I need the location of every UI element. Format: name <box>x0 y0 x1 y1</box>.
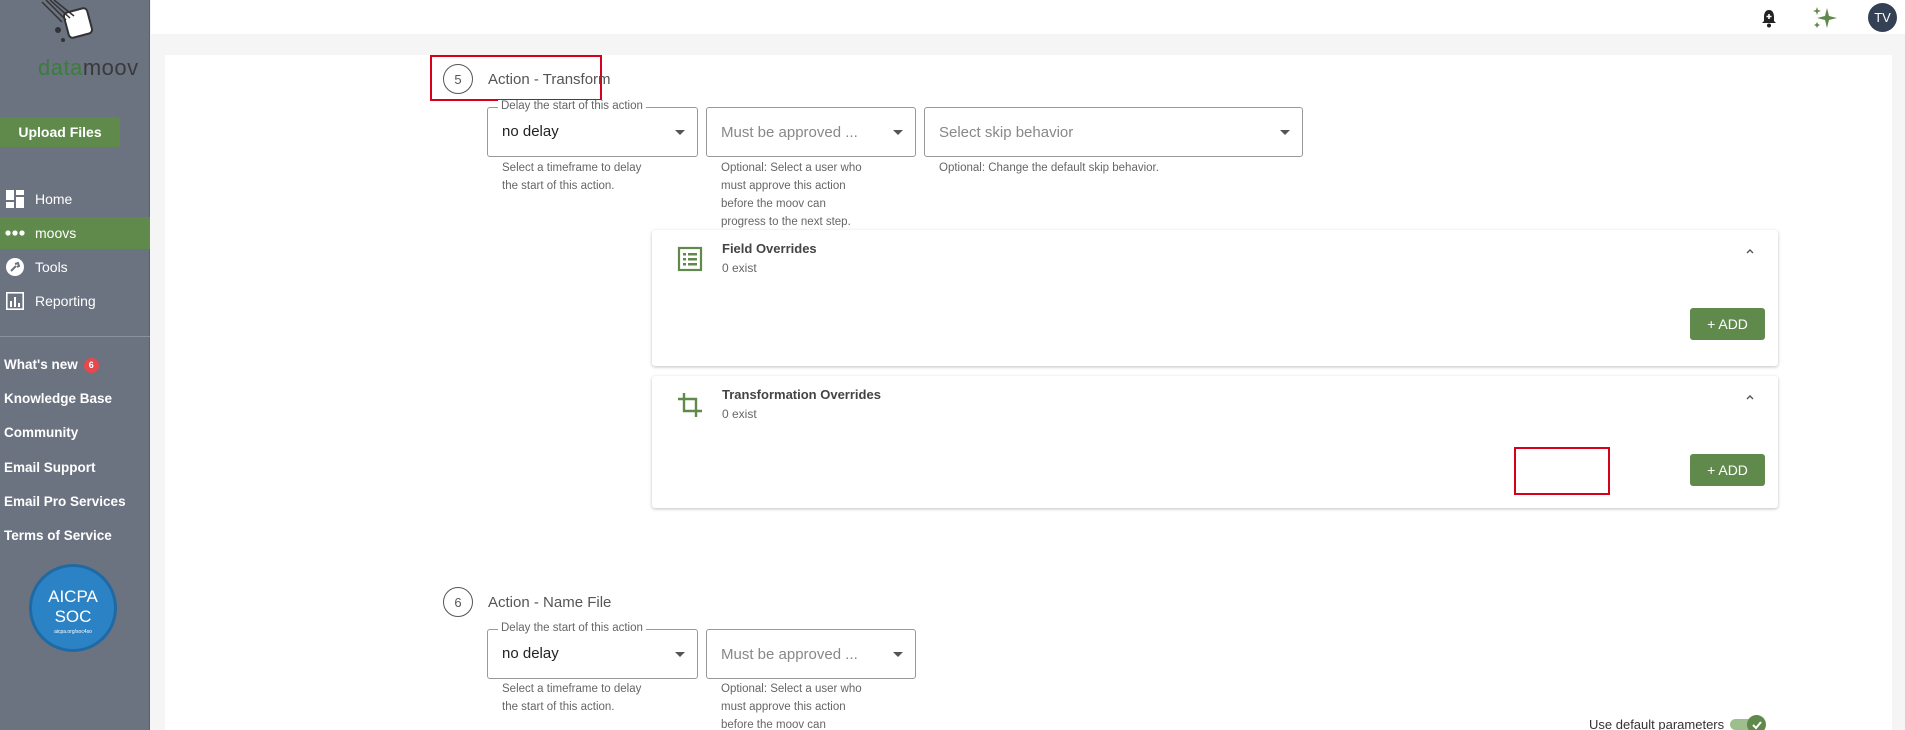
approval-help: Optional: Select a user who must approve … <box>721 683 862 730</box>
logo-mark-icon <box>41 0 94 42</box>
notification-badge: 6 <box>83 357 99 373</box>
sidebar-item-moovs[interactable]: moovs <box>0 217 150 249</box>
check-icon <box>1747 715 1767 730</box>
delay-help: Select a timeframe to delay the start of … <box>502 683 642 713</box>
highlight-add-button <box>1514 447 1610 495</box>
logo-wordmark: datamoov <box>38 55 139 80</box>
field-overrides-panel: Field Overrides 0 exist + ADD <box>652 230 1778 366</box>
bell-icon[interactable] <box>1756 5 1782 31</box>
skip-behavior-select[interactable]: Select skip behavior <box>924 107 1303 157</box>
toggle-label: Use default parameters <box>1589 716 1725 730</box>
sidebar-item-home[interactable]: Home <box>0 183 150 215</box>
whats-new-link[interactable]: What's new 6 <box>4 357 99 373</box>
step-6-header: 6 Action - Name File <box>443 587 611 617</box>
approval-help: Optional: Select a user who must approve … <box>721 162 862 228</box>
list-icon <box>676 245 704 273</box>
dropdown-arrow-icon <box>675 652 685 657</box>
step-title: Action - Name File <box>488 593 612 611</box>
knowledge-base-link[interactable]: Knowledge Base <box>4 391 112 406</box>
sidebar: datamoov Upload Files Home moovs Tools R… <box>0 0 150 730</box>
terms-of-service-link[interactable]: Terms of Service <box>4 528 112 543</box>
dropdown-arrow-icon <box>1280 130 1290 135</box>
skip-help: Optional: Change the default skip behavi… <box>939 162 1159 174</box>
sparkle-icon[interactable] <box>1810 5 1840 31</box>
upload-files-button[interactable]: Upload Files <box>0 117 120 147</box>
sidebar-divider <box>0 336 150 337</box>
chevron-up-icon[interactable] <box>1744 244 1756 256</box>
panel-count: 0 exist <box>722 261 757 275</box>
dashboard-icon <box>5 189 25 209</box>
step-number: 5 <box>443 64 473 94</box>
top-bar <box>151 0 1905 34</box>
panel-title: Field Overrides <box>722 241 817 256</box>
delay-value: no delay <box>502 645 559 662</box>
crop-icon <box>676 391 704 419</box>
datamoov-logo[interactable]: datamoov <box>18 0 138 80</box>
default-parameters-toggle-row: Use default parameters <box>1589 715 1767 730</box>
sidebar-item-label: Home <box>35 191 73 207</box>
delay-legend: Delay the start of this action <box>498 100 646 112</box>
approval-placeholder: Must be approved ... <box>721 124 858 141</box>
approval-select[interactable]: Must be approved ... <box>706 107 916 157</box>
step-number: 6 <box>443 587 473 617</box>
sidebar-item-reporting[interactable]: Reporting <box>0 285 150 317</box>
email-support-link[interactable]: Email Support <box>4 460 96 475</box>
delay-select[interactable]: Delay the start of this action no delay <box>487 100 698 157</box>
chart-icon <box>5 291 25 311</box>
dropdown-arrow-icon <box>893 652 903 657</box>
sidebar-item-label: Tools <box>35 259 68 275</box>
aicpa-soc-badge: AICPA SOC aicpa.org/soc4so <box>29 564 117 652</box>
step-5-header: 5 Action - Transform <box>443 64 611 94</box>
add-field-override-button[interactable]: + ADD <box>1690 308 1765 340</box>
community-link[interactable]: Community <box>4 425 78 440</box>
user-avatar[interactable]: TV <box>1868 3 1897 32</box>
delay-select[interactable]: Delay the start of this action no delay <box>487 622 698 679</box>
approval-select[interactable]: Must be approved ... <box>706 629 916 679</box>
sidebar-item-tools[interactable]: Tools <box>0 251 150 283</box>
panel-title: Transformation Overrides <box>722 387 881 402</box>
approval-placeholder: Must be approved ... <box>721 646 858 663</box>
step-title: Action - Transform <box>488 70 611 88</box>
email-pro-services-link[interactable]: Email Pro Services <box>4 494 126 509</box>
delay-value: no delay <box>502 123 559 140</box>
skip-placeholder: Select skip behavior <box>939 124 1074 141</box>
main-content: 5 Action - Transform Delay the start of … <box>165 55 1892 730</box>
sidebar-item-label: moovs <box>35 225 77 241</box>
add-transformation-override-button[interactable]: + ADD <box>1690 454 1765 486</box>
sidebar-item-label: Reporting <box>35 293 96 309</box>
dropdown-arrow-icon <box>675 130 685 135</box>
delay-help: Select a timeframe to delay the start of … <box>502 162 642 192</box>
dropdown-arrow-icon <box>893 130 903 135</box>
default-parameters-toggle[interactable] <box>1730 715 1767 730</box>
dots-icon <box>5 223 25 243</box>
wrench-icon <box>5 257 25 277</box>
panel-count: 0 exist <box>722 407 757 421</box>
delay-legend: Delay the start of this action <box>498 622 646 634</box>
chevron-up-icon[interactable] <box>1744 390 1756 402</box>
